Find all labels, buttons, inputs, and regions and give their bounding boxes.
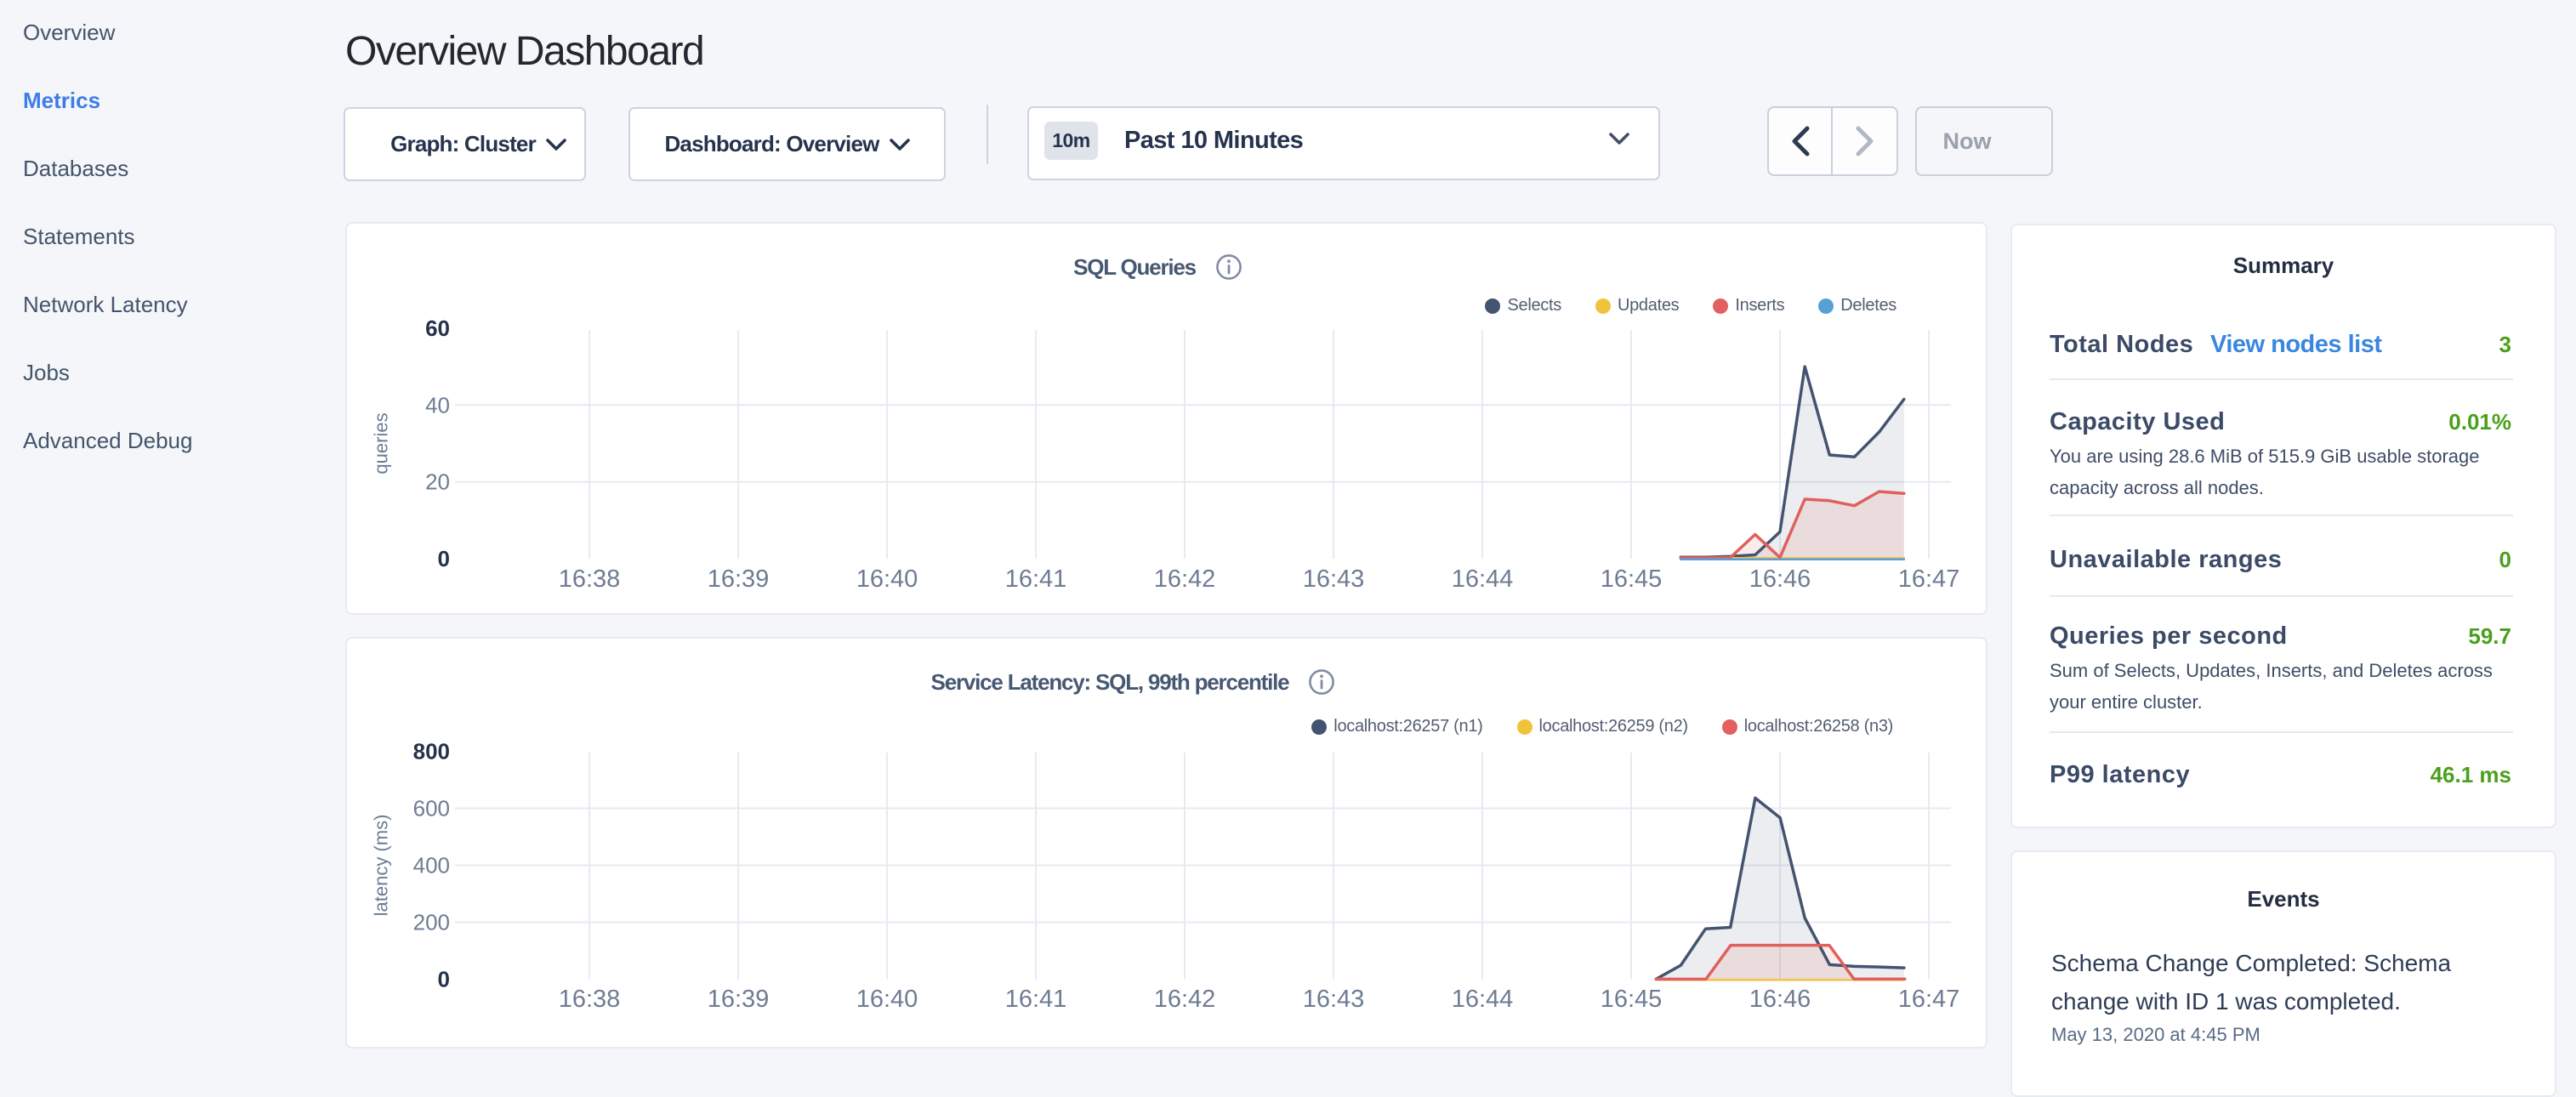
svg-text:16:38: 16:38 [559,986,621,1013]
svg-text:16:42: 16:42 [1154,986,1216,1013]
svg-text:16:40: 16:40 [856,986,918,1013]
svg-text:latency (ms): latency (ms) [371,815,392,917]
svg-text:16:38: 16:38 [559,566,621,593]
svg-text:16:39: 16:39 [708,566,770,593]
svg-text:16:40: 16:40 [856,566,918,593]
svg-text:0: 0 [438,546,450,571]
svg-text:16:43: 16:43 [1303,566,1365,593]
svg-text:200: 200 [413,910,450,935]
svg-text:0: 0 [438,967,450,992]
svg-text:queries: queries [371,412,392,474]
svg-text:16:39: 16:39 [708,986,770,1013]
svg-text:16:46: 16:46 [1749,566,1811,593]
svg-text:400: 400 [413,853,450,878]
svg-text:16:44: 16:44 [1452,986,1514,1013]
svg-text:16:41: 16:41 [1005,566,1067,593]
svg-text:16:45: 16:45 [1601,986,1663,1013]
svg-text:800: 800 [413,739,450,764]
svg-text:16:44: 16:44 [1452,566,1514,593]
svg-text:16:47: 16:47 [1898,566,1960,593]
svg-text:16:47: 16:47 [1898,986,1960,1013]
svg-text:600: 600 [413,796,450,821]
svg-text:16:41: 16:41 [1005,986,1067,1013]
svg-text:40: 40 [425,392,450,418]
svg-text:20: 20 [425,469,450,495]
svg-text:16:43: 16:43 [1303,986,1365,1013]
svg-text:60: 60 [425,315,450,341]
svg-text:16:45: 16:45 [1601,566,1663,593]
svg-text:16:42: 16:42 [1154,566,1216,593]
svg-text:16:46: 16:46 [1749,986,1811,1013]
